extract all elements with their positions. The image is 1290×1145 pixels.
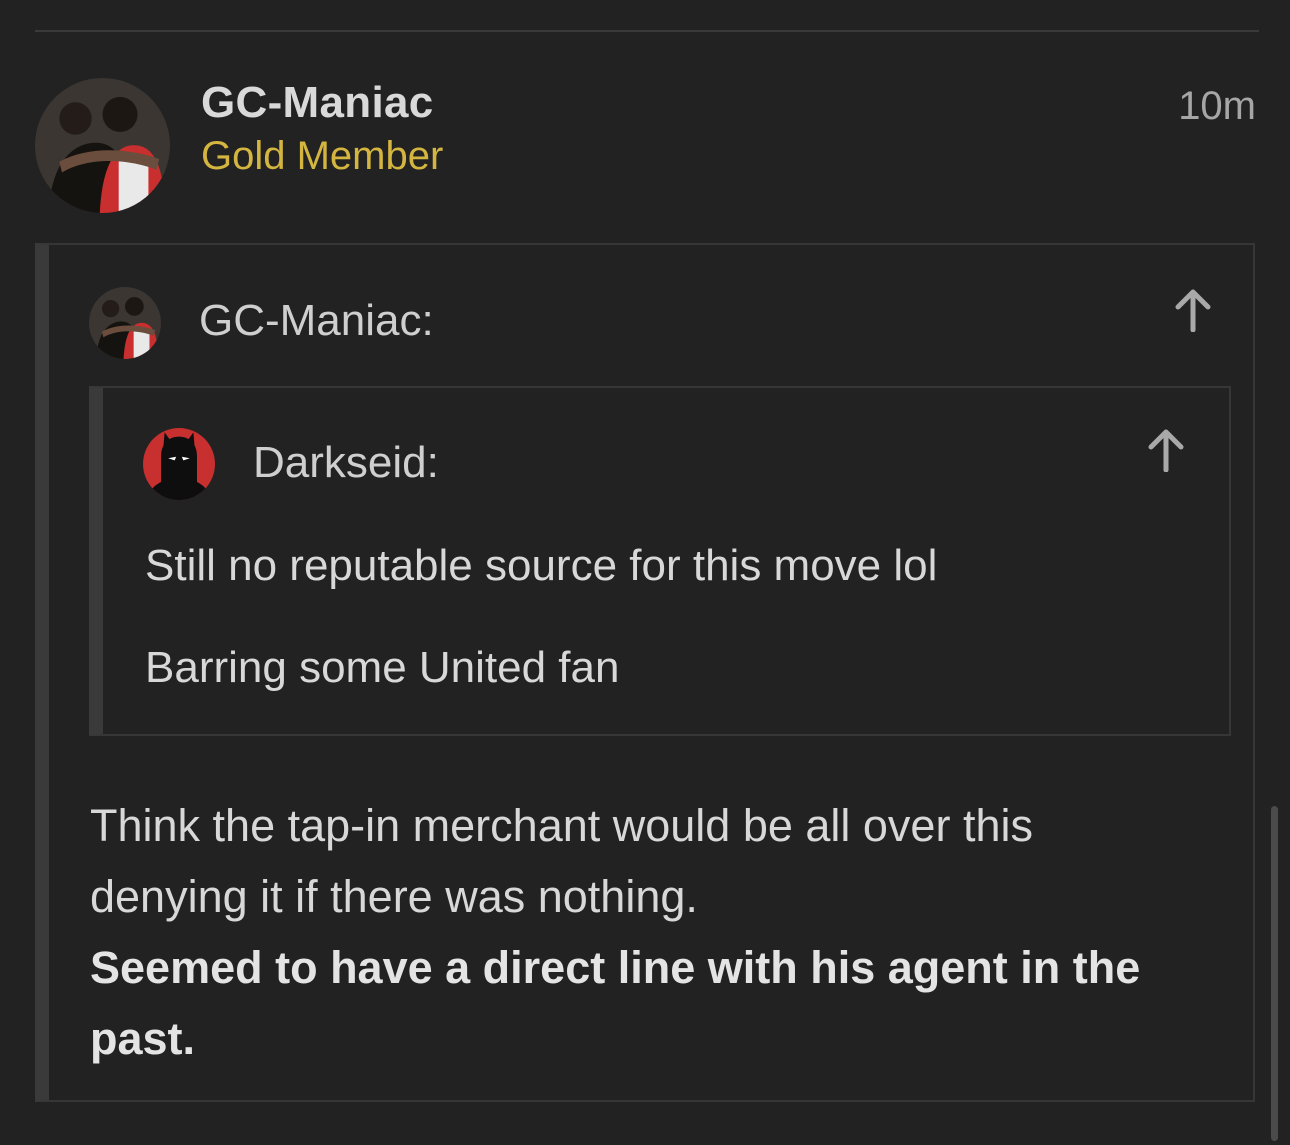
reply-body: Think the tap-in merchant would be all o… [90, 790, 1240, 1074]
quote-author[interactable]: GC-Maniac: [199, 296, 434, 346]
avatar-image [89, 287, 161, 359]
avatar-image [35, 78, 170, 213]
reply-line: Think the tap-in merchant would be all o… [90, 800, 1033, 851]
reply-line: denying it if there was nothing. [90, 871, 698, 922]
author-rank: Gold Member [201, 134, 444, 178]
nested-quote-line: Barring some United fan [145, 643, 620, 692]
post-timestamp[interactable]: 10m [1178, 84, 1256, 129]
up-arrow-icon[interactable] [1146, 428, 1186, 472]
post-header: GC-Maniac Gold Member 10m [0, 0, 1290, 240]
reply-bold-line: Seemed to have a direct line with his ag… [90, 942, 1141, 993]
nested-quote-author[interactable]: Darkseid: [253, 438, 439, 488]
nested-quote-author-avatar[interactable] [143, 428, 215, 500]
author-name[interactable]: GC-Maniac [201, 78, 434, 128]
up-arrow-icon[interactable] [1173, 288, 1213, 332]
nested-quote-line: Still no reputable source for this move … [145, 541, 938, 590]
scrollbar[interactable] [1271, 806, 1278, 1141]
author-avatar[interactable] [35, 78, 170, 213]
batman-avatar-icon [143, 428, 215, 500]
quote-author-avatar[interactable] [89, 287, 161, 359]
reply-bold-line: past. [90, 1013, 196, 1064]
